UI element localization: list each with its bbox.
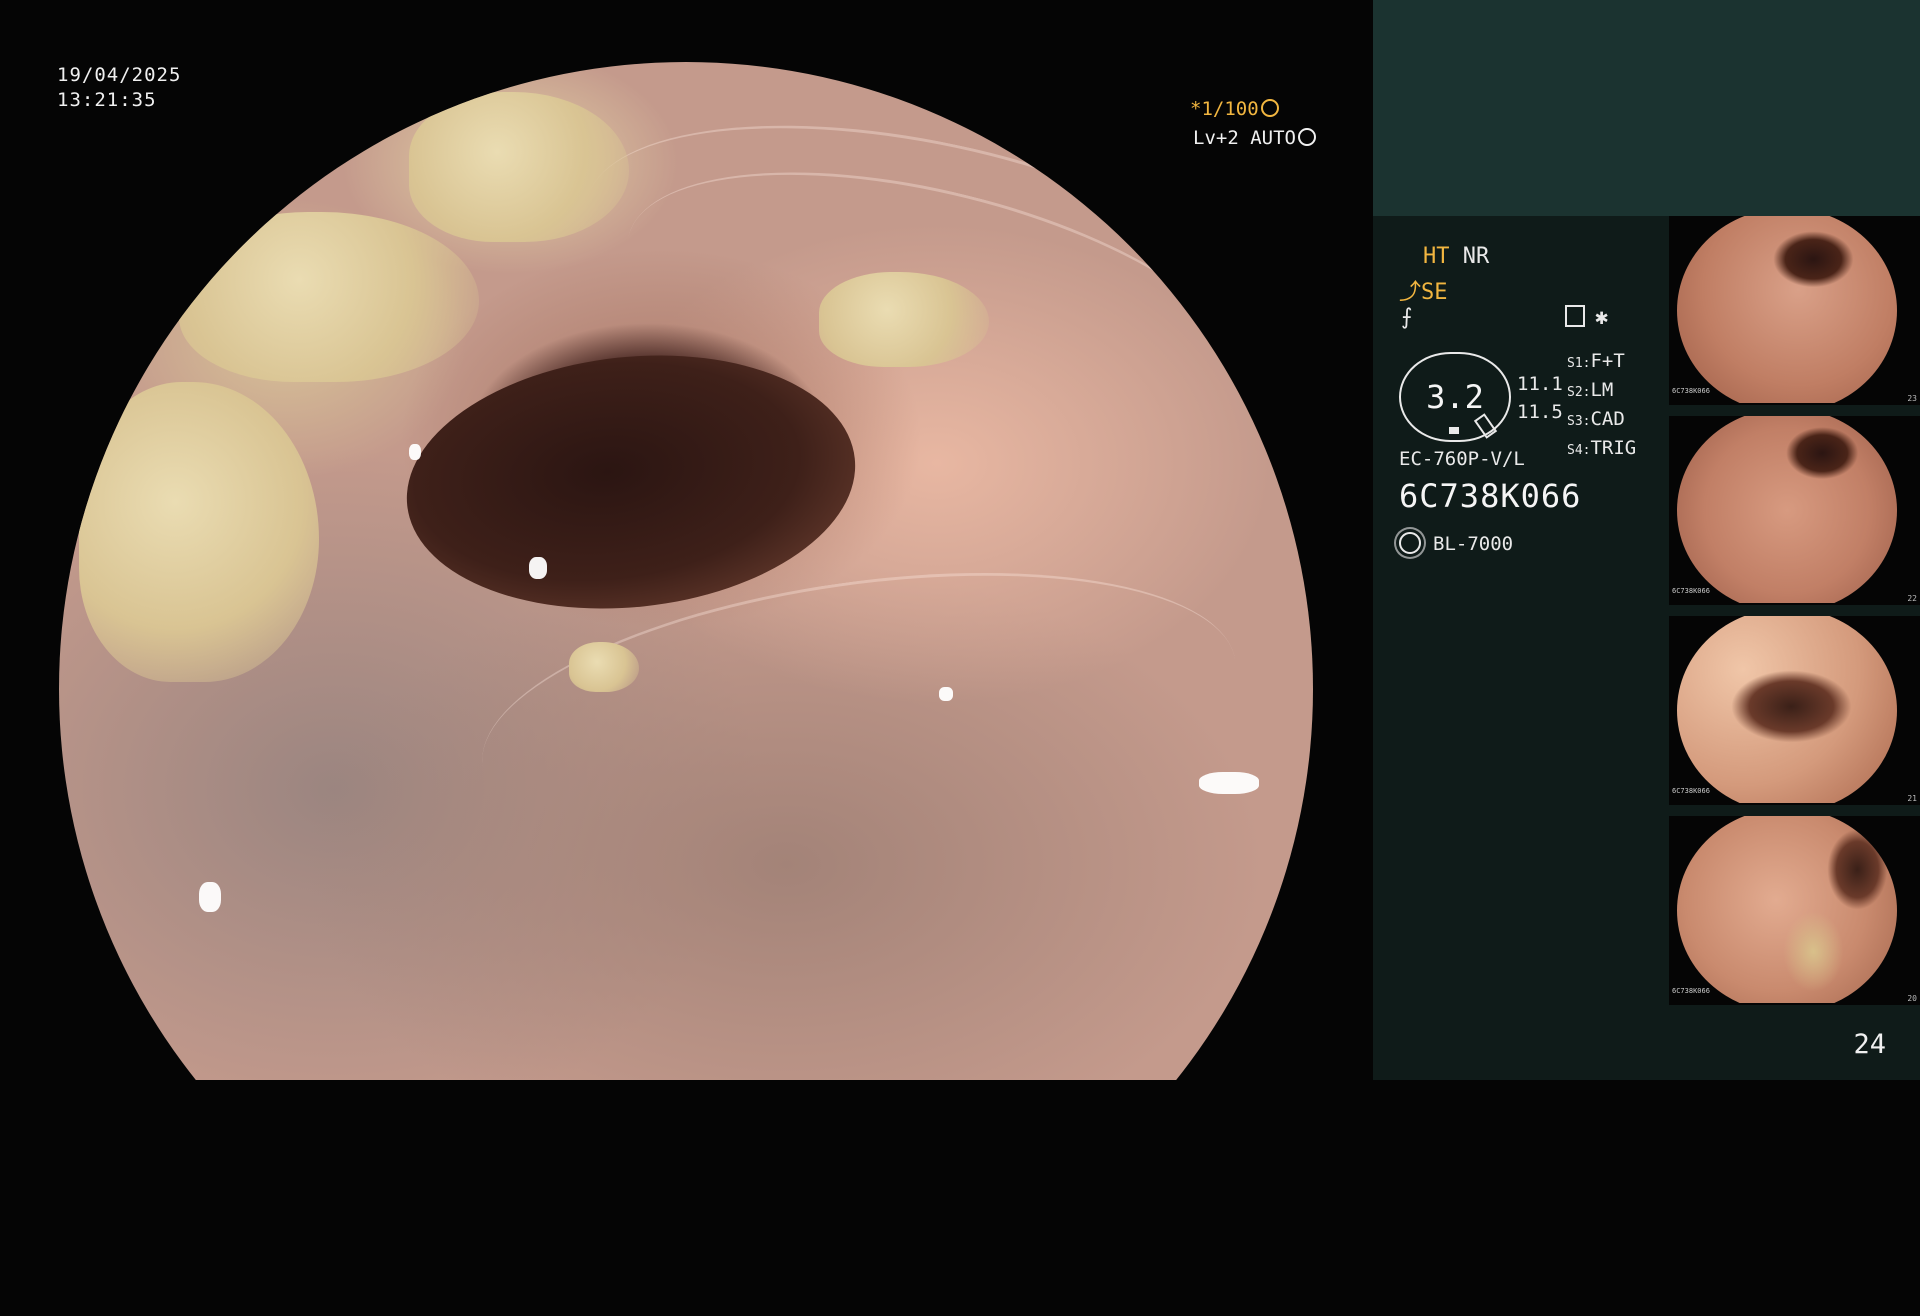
ht-mode: HT (1423, 244, 1450, 269)
thumbnail[interactable]: 6C738K066 21 (1669, 616, 1920, 805)
iris-mode: Lv+2 AUTO (1193, 127, 1316, 149)
light-source: BL-7000 (1399, 532, 1513, 555)
thumbnail-image (1677, 216, 1897, 403)
switch-value: F+T (1590, 350, 1625, 372)
thumbnail-index: 22 (1907, 594, 1917, 603)
asterisk-icon: ✱ (1595, 305, 1609, 330)
stool-residue (79, 382, 319, 682)
se-mode: SE (1421, 280, 1448, 305)
light-reflection (939, 687, 953, 701)
endoscopic-image (59, 62, 1313, 1080)
thumbnail[interactable]: 6C738K066 23 (1669, 216, 1920, 405)
thumbnail-serial: 6C738K066 (1672, 387, 1710, 395)
status-panel: HT NR ⤴SE ⨍ ✱ 3.2 11.1 11.5 S1:F+T S2:LM… (1373, 0, 1920, 1080)
structure-enhancement: ⤴SE (1399, 274, 1448, 306)
scope-switch-list: S1:F+T S2:LM S3:CAD S4:TRIG (1567, 348, 1636, 464)
switch-item: S3:CAD (1567, 406, 1636, 435)
switch-value: CAD (1590, 408, 1625, 430)
switch-item: S1:F+T (1567, 348, 1636, 377)
thumbnail-index: 21 (1907, 794, 1917, 803)
thumbnail-serial: 6C738K066 (1672, 587, 1710, 595)
thumbnail-image (1677, 816, 1897, 1003)
zoom-value-1: 11.1 (1517, 373, 1563, 395)
endoscope-live-view: 19/04/2025 13:21:35 *1/100 Lv+2 AUTO (0, 0, 1373, 1080)
switch-key: S2: (1567, 385, 1591, 400)
light-reflection (409, 444, 421, 460)
zoom-marker-icon (1449, 427, 1459, 434)
memory-indicators: ✱ (1565, 305, 1608, 330)
stool-residue (569, 642, 639, 692)
light-reflection (199, 882, 221, 912)
shutter-icon (1260, 99, 1279, 117)
date-time-stamp: 19/04/2025 13:21:35 (57, 63, 181, 113)
thumbnail-index: 23 (1907, 394, 1917, 403)
panel-header (1373, 0, 1920, 216)
image-count: 24 (1853, 1029, 1886, 1060)
switch-value: TRIG (1590, 437, 1637, 459)
enhancement-modes: HT NR (1423, 244, 1489, 269)
shutter-value: *1/100 (1190, 98, 1259, 120)
zoom-indicator: 3.2 (1399, 352, 1511, 442)
time-text: 13:21:35 (57, 89, 157, 111)
thumbnail-image (1677, 616, 1897, 803)
zoom-value: 3.2 (1426, 378, 1484, 416)
stool-residue (179, 212, 479, 382)
switch-item: S4:TRIG (1567, 435, 1636, 464)
light-source-name: BL-7000 (1433, 533, 1514, 555)
thumbnail-serial: 6C738K066 (1672, 787, 1710, 795)
zoom-values: 11.1 11.5 (1517, 370, 1563, 426)
switch-key: S1: (1567, 356, 1591, 371)
stool-residue (409, 92, 629, 242)
zoom-lever-icon (1473, 413, 1498, 439)
nr-mode: NR (1462, 244, 1490, 269)
zoom-value-2: 11.5 (1517, 401, 1563, 423)
light-reflection (1199, 772, 1259, 794)
se-icon: ⤴ (1399, 280, 1422, 305)
thumbnail-serial: 6C738K066 (1672, 987, 1710, 995)
scope-model: EC-760P-V/L (1399, 448, 1525, 470)
scope-serial: 6C738K066 (1399, 477, 1582, 515)
iris-value: Lv+2 AUTO (1193, 127, 1296, 149)
thumbnail[interactable]: 6C738K066 22 (1669, 416, 1920, 605)
light-reflection (529, 557, 547, 579)
date-text: 19/04/2025 (57, 64, 182, 86)
light-source-icon (1399, 532, 1421, 554)
switch-item: S2:LM (1567, 377, 1636, 406)
freeze-icon: ⨍ (1401, 305, 1413, 330)
thumbnail[interactable]: 6C738K066 20 (1669, 816, 1920, 1005)
shutter-speed: *1/100 (1190, 98, 1279, 120)
iris-icon (1297, 128, 1316, 146)
stool-residue (819, 272, 989, 367)
memory-icon (1565, 305, 1585, 327)
switch-key: S3: (1567, 414, 1591, 429)
thumbnail-index: 20 (1907, 994, 1917, 1003)
switch-value: LM (1590, 379, 1614, 401)
thumbnail-image (1677, 416, 1897, 603)
switch-key: S4: (1567, 443, 1591, 458)
